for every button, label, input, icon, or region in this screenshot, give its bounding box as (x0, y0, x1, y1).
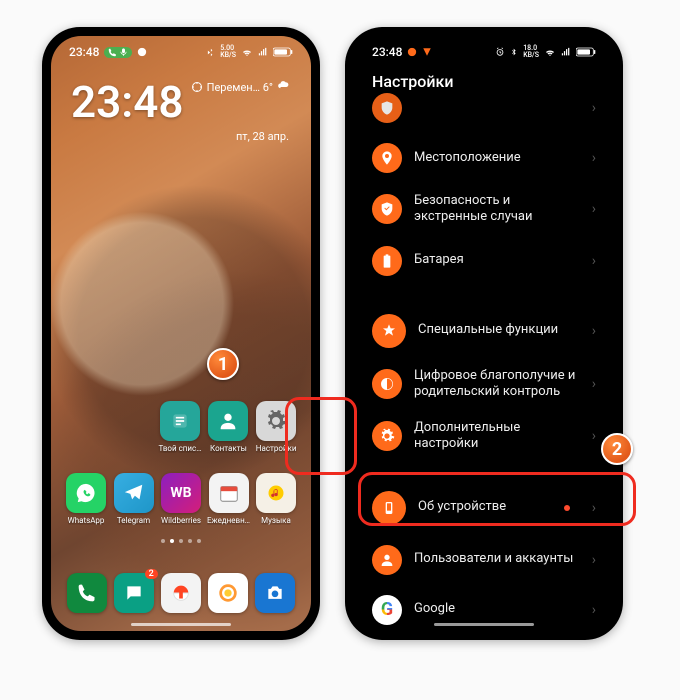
gear-icon (372, 421, 402, 451)
app-your-list[interactable]: Твой спис… (158, 401, 201, 453)
settings-list[interactable]: › Местоположение › Безопасность и экстре… (354, 83, 614, 631)
dock-messages[interactable]: 2 (114, 573, 154, 613)
chevron-right-icon: › (592, 150, 596, 166)
signal-icon (561, 47, 571, 57)
location-icon (372, 143, 402, 173)
step-badge-2: 2 (601, 433, 633, 465)
chevron-right-icon: › (592, 552, 596, 568)
app-telegram[interactable]: Telegram (111, 473, 157, 525)
settings-item-battery[interactable]: Батарея › (364, 236, 604, 286)
gear-icon (256, 401, 296, 441)
app-daily[interactable]: Ежедневн… (206, 473, 252, 525)
telegram-icon (114, 473, 154, 513)
dock-phone[interactable] (67, 573, 107, 613)
dock-gallery[interactable] (208, 573, 248, 613)
chevron-right-icon: › (592, 500, 596, 516)
home-screen: 23:48 5.00KB/S 23:48 Перемен… 6° (51, 36, 311, 631)
settings-item-additional[interactable]: Дополнительные настройки › (364, 410, 604, 463)
battery-icon (372, 246, 402, 276)
chevron-right-icon: › (592, 428, 596, 444)
wildberries-icon: WB (161, 473, 201, 513)
status-bar: 23:48 18.0 KB/S (354, 36, 614, 64)
star-icon (372, 314, 406, 348)
app-contacts[interactable]: Контакты (208, 401, 250, 453)
settings-item-location[interactable]: Местоположение › (364, 133, 604, 183)
music-icon (256, 473, 296, 513)
shield-icon (372, 194, 402, 224)
chevron-right-icon: › (592, 323, 596, 339)
wellbeing-icon (372, 369, 402, 399)
dock-camera[interactable] (255, 573, 295, 613)
app-music[interactable]: Музыка (253, 473, 299, 525)
app-row-1: Твой спис… Контакты Настройки (51, 401, 311, 453)
dock-browser[interactable] (161, 573, 201, 613)
list-icon (160, 401, 200, 441)
chevron-right-icon: › (592, 376, 596, 392)
chevron-right-icon: › (592, 253, 596, 269)
left-phone-frame: 23:48 5.00KB/S 23:48 Перемен… 6° (42, 27, 320, 640)
settings-item-wellbeing[interactable]: Цифровое благополучие и родительский кон… (364, 358, 604, 411)
wifi-icon (544, 47, 556, 57)
settings-item-users[interactable]: Пользователи и аккаунты › (364, 535, 604, 585)
contacts-icon (208, 401, 248, 441)
notification-dot-icon (564, 505, 570, 511)
privacy-icon (372, 93, 402, 123)
navigation-handle[interactable] (434, 623, 534, 626)
app-row-2: WhatsApp Telegram WB Wildberries Еже (51, 473, 311, 525)
chevron-right-icon: › (592, 201, 596, 217)
app-indicator-icon (407, 47, 417, 57)
step-badge-1: 1 (207, 348, 239, 380)
whatsapp-icon (66, 473, 106, 513)
dock: 2 (51, 573, 311, 613)
app-wildberries[interactable]: WB Wildberries (158, 473, 204, 525)
alarm-icon (495, 47, 505, 57)
calendar-icon (209, 473, 249, 513)
bluetooth-icon (510, 47, 518, 57)
battery-icon (576, 47, 596, 57)
chevron-right-icon: › (592, 602, 596, 618)
app-whatsapp[interactable]: WhatsApp (63, 473, 109, 525)
navigation-handle[interactable] (131, 623, 231, 626)
status-time: 23:48 (372, 45, 402, 59)
net-speed: 18.0 KB/S (523, 45, 539, 59)
right-phone-frame: 23:48 18.0 KB/S Настройки › (345, 27, 623, 640)
app-indicator-icon (422, 47, 432, 57)
settings-item-about[interactable]: Об устройстве › (364, 481, 604, 535)
settings-item-special[interactable]: Специальные функции › (364, 304, 604, 358)
google-icon: G (372, 595, 402, 625)
app-settings[interactable]: Настройки (255, 401, 297, 453)
chevron-right-icon: › (592, 100, 596, 116)
phone-info-icon (372, 491, 406, 525)
page-indicator (51, 539, 311, 543)
settings-item-security[interactable]: Безопасность и экстренные случаи › (364, 183, 604, 236)
settings-screen: 23:48 18.0 KB/S Настройки › (354, 36, 614, 631)
user-icon (372, 545, 402, 575)
